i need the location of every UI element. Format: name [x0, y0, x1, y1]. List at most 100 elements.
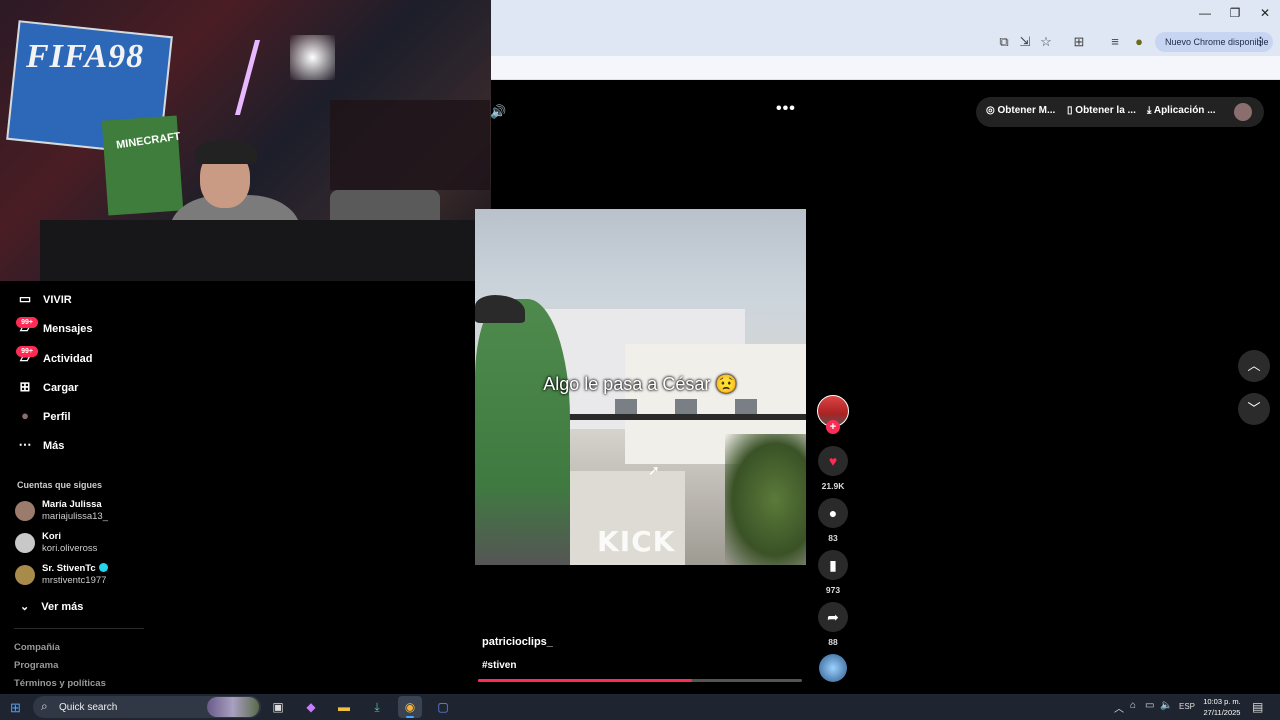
desk — [40, 220, 490, 281]
collectibles-shelf — [330, 100, 490, 190]
video-hashtag[interactable]: #stiven — [482, 660, 516, 671]
chrome-icon[interactable]: ◉ — [398, 696, 422, 718]
minecraft-poster — [101, 115, 184, 216]
video-progress-bar[interactable] — [478, 679, 802, 682]
minimize-button[interactable]: — — [1190, 4, 1220, 22]
app-icon[interactable]: ▢ — [431, 696, 455, 718]
video-progress-fill — [478, 679, 692, 682]
sidebar-item-label: Cargar — [43, 382, 79, 394]
chevron-up-icon: ︿ — [1247, 358, 1261, 373]
video-window — [675, 399, 697, 415]
account-name-text: Sr. StivenTc — [42, 563, 96, 574]
music-disc-icon[interactable] — [819, 654, 847, 682]
store-app-icon[interactable]: ⤓ — [365, 696, 389, 718]
phone-icon: ▯ — [1067, 105, 1073, 116]
live-icon: ▭ — [18, 291, 32, 306]
following-account[interactable]: Sr. StivenTc mrstiventc1977 — [15, 563, 215, 591]
avatar — [15, 565, 35, 585]
see-more-button[interactable]: ⌄ Ver más — [20, 600, 83, 613]
fifa-poster-text: FIFA98 — [26, 38, 145, 75]
clock-date: 27/11/2025 — [1203, 708, 1241, 717]
language-indicator[interactable]: ESP — [1179, 702, 1195, 711]
sidebar-item-live[interactable]: ▭ VIVIR — [17, 291, 72, 307]
taskbar-search[interactable]: ⌕ Quick search — [33, 696, 261, 718]
video-author[interactable]: patricioclips_ — [482, 636, 553, 648]
account-handle: mrstiventc1977 — [42, 575, 107, 586]
bookmark-icon: ▮ — [829, 557, 837, 573]
translate-icon[interactable]: ⧉ — [995, 33, 1013, 51]
sidebar-item-upload[interactable]: ⊞ Cargar — [17, 379, 79, 395]
get-coins-button[interactable]: ◎ Obtener M... — [986, 105, 1055, 116]
account-name: María Julissa — [42, 499, 102, 510]
network-icon[interactable]: ⌂ — [1130, 700, 1136, 711]
kebab-menu-icon[interactable]: ⋮ — [1255, 32, 1266, 52]
following-account[interactable]: María Julissa mariajulissa13_ — [15, 499, 215, 527]
restore-button[interactable]: ❐ — [1220, 4, 1250, 22]
sidebar-item-more[interactable]: ⋯ Más — [17, 437, 65, 453]
profile-icon[interactable]: ● — [1130, 33, 1148, 51]
chevron-down-icon: ﹀ — [1247, 401, 1261, 416]
messages-badge: 99+ — [16, 317, 38, 328]
save-button[interactable]: ▮ — [818, 550, 848, 580]
sidebar-item-label: Mensajes — [43, 323, 93, 335]
volume-tray-icon[interactable]: 🔈 — [1160, 700, 1172, 711]
mouse-cursor-icon: ➚ — [648, 462, 660, 478]
search-highlight-image — [207, 697, 259, 717]
sidebar-divider — [14, 628, 144, 629]
like-count: 21.9K — [821, 481, 845, 491]
cast-icon[interactable]: ⇲ — [1016, 33, 1034, 51]
video-tree — [725, 434, 806, 565]
webcam-overlay: FIFA98 MINECRAFT — [0, 0, 491, 281]
more-icon: ⋯ — [18, 437, 32, 452]
next-video-button[interactable]: ﹀ — [1238, 393, 1270, 425]
star-icon[interactable]: ☆ — [1037, 33, 1055, 51]
share-button[interactable]: ➦ — [818, 602, 848, 632]
sidebar-item-label: Actividad — [43, 353, 93, 365]
heart-icon: ♥ — [828, 453, 838, 469]
sidebar-item-label: VIVIR — [43, 294, 72, 306]
like-button[interactable]: ♥ — [818, 446, 848, 476]
task-view-icon[interactable]: ▣ — [266, 696, 290, 718]
footer-link-program[interactable]: Programa — [14, 660, 58, 671]
notifications-icon[interactable]: ▤ — [1252, 700, 1263, 714]
see-more-label: Ver más — [41, 601, 84, 613]
video-player[interactable]: Algo le pasa a César 😟 KICK — [475, 209, 806, 565]
volume-icon[interactable]: 🔊 — [490, 104, 506, 120]
windows-start-icon[interactable]: ⊞ — [10, 700, 21, 716]
wifi-icon[interactable]: ▭ — [1145, 700, 1154, 711]
streamer-cap — [195, 140, 257, 164]
file-explorer-icon[interactable]: ▬ — [332, 696, 356, 718]
video-watermark: KICK — [597, 525, 676, 558]
footer-link-company[interactable]: Compañía — [14, 642, 60, 653]
neon-sign — [234, 40, 276, 115]
ceiling-light — [290, 35, 335, 80]
extensions-icon[interactable]: ⊞ — [1070, 33, 1088, 51]
copilot-icon[interactable]: ◆ — [299, 696, 323, 718]
sidebar-item-label: Más — [43, 440, 65, 452]
avatar — [15, 501, 35, 521]
account-handle: kori.oliveross — [42, 543, 98, 554]
upload-icon: ⊞ — [19, 379, 31, 394]
verified-icon — [98, 563, 108, 572]
reading-list-icon[interactable]: ≡ — [1106, 33, 1124, 51]
share-count: 88 — [828, 637, 838, 647]
previous-video-button[interactable]: ︿ — [1238, 350, 1270, 382]
sidebar-item-label: Perfil — [43, 411, 71, 423]
get-app-button[interactable]: ▯ Obtener la ... — [1067, 105, 1136, 116]
download-app-label: Aplicación ... — [1153, 105, 1216, 116]
system-clock[interactable]: 10:03 p. m. 27/11/2025 — [1196, 696, 1248, 718]
download-app-button[interactable]: ⤓ Aplicación ... — [1147, 105, 1216, 116]
get-coins-label: Obtener M... — [997, 105, 1056, 116]
follow-plus-icon[interactable]: + — [826, 420, 840, 434]
sidebar-item-profile[interactable]: ● Perfil — [17, 408, 71, 423]
profile-avatar-icon: ● — [21, 408, 29, 423]
user-avatar[interactable] — [1234, 103, 1252, 121]
comment-button[interactable]: ● — [818, 498, 848, 528]
tray-chevron-icon[interactable]: ︿ — [1114, 700, 1124, 715]
account-name: Sr. StivenTc — [42, 563, 108, 574]
more-options-icon[interactable]: ••• — [776, 100, 796, 118]
chrome-update-button[interactable]: Nuevo Chrome disponible ⋮ — [1155, 32, 1273, 52]
close-button[interactable]: ✕ — [1250, 4, 1280, 22]
following-account[interactable]: Kori kori.oliveross — [15, 531, 215, 559]
footer-link-terms[interactable]: Términos y políticas — [14, 678, 106, 689]
